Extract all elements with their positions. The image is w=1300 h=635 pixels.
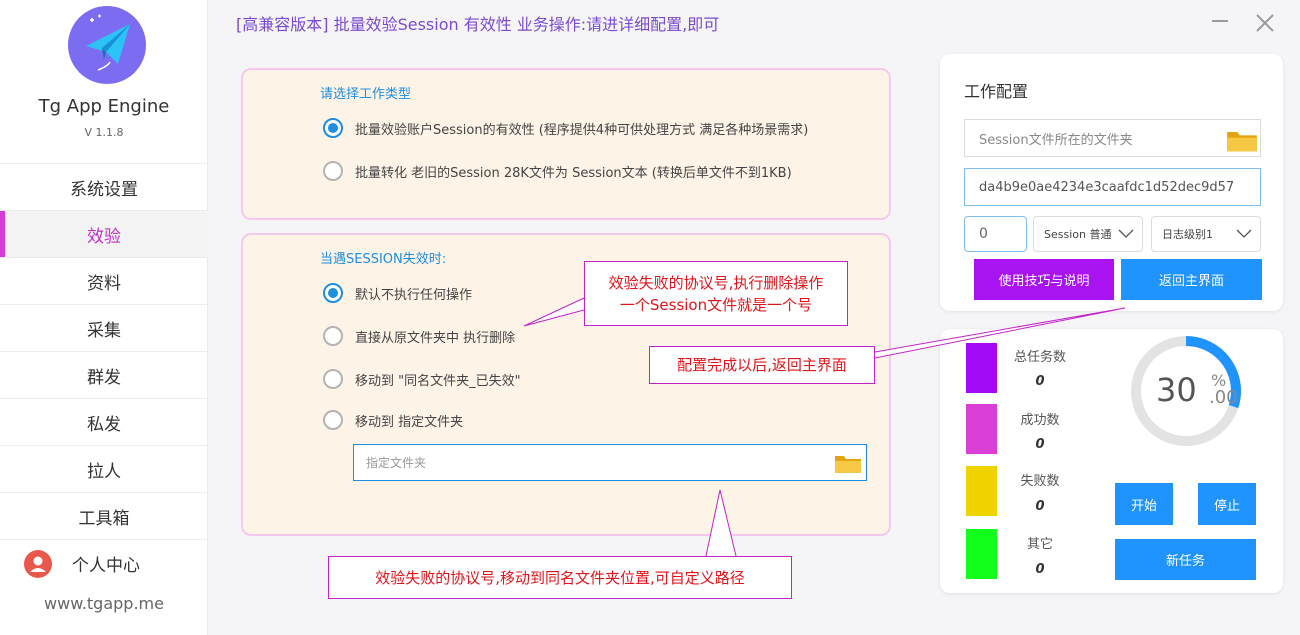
failed-value: 0 bbox=[1035, 499, 1045, 514]
folder-icon[interactable] bbox=[1226, 127, 1258, 153]
sidebar-item-verify[interactable]: 效验 bbox=[0, 210, 208, 257]
back-to-main-button[interactable]: 返回主界面 bbox=[1121, 259, 1262, 300]
api-key-field[interactable]: da4b9e0ae4234e3caafdc1d52dec9d57 bbox=[964, 168, 1261, 206]
delete-annotation-line1: 效验失败的协议号,执行删除操作 bbox=[608, 273, 824, 292]
folder-icon[interactable] bbox=[834, 452, 862, 474]
sidebar-item-label: 个人中心 bbox=[72, 555, 140, 576]
radio-button[interactable] bbox=[323, 161, 343, 181]
sidebar-item-system-settings[interactable]: 系统设置 bbox=[0, 163, 208, 210]
failed-label: 失败数 bbox=[1020, 474, 1060, 489]
option-label: 批量效验账户Session的有效性 (程序提供4种可供处理方式 满足各种场景需求… bbox=[355, 122, 809, 138]
minimize-icon[interactable] bbox=[1212, 20, 1228, 22]
app-version: V 1.1.8 bbox=[84, 126, 124, 139]
sidebar-item-user-center[interactable]: 个人中心 bbox=[0, 539, 208, 586]
paper-plane-logo-icon bbox=[68, 6, 146, 84]
work-type-option-verify[interactable]: 批量效验账户Session的有效性 (程序提供4种可供处理方式 满足各种场景需求… bbox=[323, 118, 808, 138]
new-task-button[interactable]: 新任务 bbox=[1115, 539, 1256, 580]
custom-folder-field[interactable] bbox=[353, 444, 867, 481]
other-label: 其它 bbox=[1026, 537, 1053, 552]
task-stats-card: 总任务数 0 成功数 0 失败数 0 其它 0 30 % .00 开始 停止 新… bbox=[940, 329, 1283, 593]
failed-color-bar bbox=[966, 466, 997, 516]
log-level-value: 日志级别1 bbox=[1162, 228, 1213, 241]
sidebar-item-label: 私发 bbox=[87, 414, 121, 435]
total-tasks-label: 总任务数 bbox=[1013, 350, 1066, 365]
sidebar-item-label: 工具箱 bbox=[78, 508, 130, 529]
tips-button[interactable]: 使用技巧与说明 bbox=[974, 259, 1114, 300]
session-folder-field[interactable]: Session文件所在的文件夹 bbox=[964, 119, 1261, 157]
sidebar-item-private-message[interactable]: 私发 bbox=[0, 398, 208, 445]
success-label: 成功数 bbox=[1020, 413, 1060, 428]
move-annotation: 效验失败的协议号,移动到同名文件夹位置,可自定义路径 bbox=[328, 556, 792, 599]
website-link[interactable]: www.tgapp.me bbox=[0, 594, 208, 613]
sidebar-item-invite[interactable]: 拉人 bbox=[0, 445, 208, 492]
window-title: [高兼容版本] 批量效验Session 有效性 业务操作:请进详细配置,即可 bbox=[236, 15, 720, 34]
invalid-option-move-custom[interactable]: 移动到 指定文件夹 bbox=[323, 410, 463, 430]
option-label: 移动到 指定文件夹 bbox=[355, 414, 464, 430]
sidebar-item-label: 资料 bbox=[87, 273, 121, 294]
back-annotation: 配置完成以后,返回主界面 bbox=[649, 346, 875, 384]
close-icon[interactable] bbox=[1254, 12, 1276, 34]
session-mode-value: Session 普通 bbox=[1044, 228, 1112, 241]
custom-folder-input[interactable] bbox=[354, 445, 814, 480]
sidebar-nav: 系统设置 效验 资料 采集 群发 私发 拉人 工具箱 个人中心 bbox=[0, 163, 208, 586]
work-config-title: 工作配置 bbox=[964, 82, 1029, 101]
work-type-panel: 请选择工作类型 批量效验账户Session的有效性 (程序提供4种可供处理方式 … bbox=[241, 68, 891, 220]
radio-button[interactable] bbox=[323, 118, 343, 138]
sidebar-item-collect[interactable]: 采集 bbox=[0, 304, 208, 351]
sidebar-item-label: 效验 bbox=[87, 226, 121, 247]
start-button[interactable]: 开始 bbox=[1115, 483, 1173, 525]
count-input[interactable]: 0 bbox=[964, 216, 1027, 252]
radio-button[interactable] bbox=[323, 369, 343, 389]
sidebar-item-label: 拉人 bbox=[87, 461, 121, 482]
sidebar-item-label: 系统设置 bbox=[70, 179, 138, 200]
delete-annotation-line2: 一个Session文件就是一个号 bbox=[619, 295, 813, 314]
success-color-bar bbox=[966, 404, 997, 454]
success-value: 0 bbox=[1035, 437, 1045, 452]
total-tasks-color-bar bbox=[966, 343, 997, 393]
radio-button[interactable] bbox=[323, 326, 343, 346]
chevron-down-icon bbox=[1118, 229, 1134, 238]
option-label: 移动到 "同名文件夹_已失效" bbox=[355, 373, 521, 389]
sidebar-item-profile[interactable]: 资料 bbox=[0, 257, 208, 304]
invalid-option-move-same-name[interactable]: 移动到 "同名文件夹_已失效" bbox=[323, 369, 521, 389]
total-tasks-value: 0 bbox=[1035, 374, 1045, 389]
log-level-select[interactable]: 日志级别1 bbox=[1151, 216, 1261, 252]
app-name: Tg App Engine bbox=[38, 96, 170, 117]
session-folder-placeholder: Session文件所在的文件夹 bbox=[979, 132, 1133, 148]
work-type-option-convert[interactable]: 批量转化 老旧的Session 28K文件为 Session文本 (转换后单文件… bbox=[323, 161, 792, 181]
invalid-session-heading: 当遇SESSION失效时: bbox=[320, 252, 447, 267]
option-label: 批量转化 老旧的Session 28K文件为 Session文本 (转换后单文件… bbox=[355, 165, 792, 181]
chevron-down-icon bbox=[1236, 229, 1252, 238]
sidebar-item-toolbox[interactable]: 工具箱 bbox=[0, 492, 208, 539]
sidebar: Tg App Engine V 1.1.8 系统设置 效验 资料 采集 群发 私… bbox=[0, 0, 208, 635]
session-mode-select[interactable]: Session 普通 bbox=[1033, 216, 1143, 252]
radio-button[interactable] bbox=[323, 410, 343, 430]
delete-annotation: 效验失败的协议号,执行删除操作 一个Session文件就是一个号 bbox=[584, 261, 848, 326]
work-type-heading: 请选择工作类型 bbox=[320, 87, 412, 102]
option-label: 默认不执行任何操作 bbox=[355, 287, 473, 303]
other-color-bar bbox=[966, 529, 997, 579]
radio-button[interactable] bbox=[323, 283, 343, 303]
stop-button[interactable]: 停止 bbox=[1198, 483, 1256, 525]
invalid-option-none[interactable]: 默认不执行任何操作 bbox=[323, 283, 472, 303]
other-value: 0 bbox=[1035, 562, 1045, 577]
sidebar-item-label: 群发 bbox=[87, 367, 121, 388]
progress-value: 30 bbox=[1156, 371, 1197, 409]
invalid-option-delete[interactable]: 直接从原文件夹中 执行删除 bbox=[323, 326, 515, 346]
work-config-card: 工作配置 Session文件所在的文件夹 da4b9e0ae4234e3caaf… bbox=[940, 54, 1283, 311]
user-avatar-icon bbox=[24, 550, 52, 578]
progress-decimal: .00 bbox=[1209, 387, 1238, 408]
option-label: 直接从原文件夹中 执行删除 bbox=[355, 330, 516, 346]
sidebar-item-broadcast[interactable]: 群发 bbox=[0, 351, 208, 398]
sidebar-item-label: 采集 bbox=[87, 320, 121, 341]
